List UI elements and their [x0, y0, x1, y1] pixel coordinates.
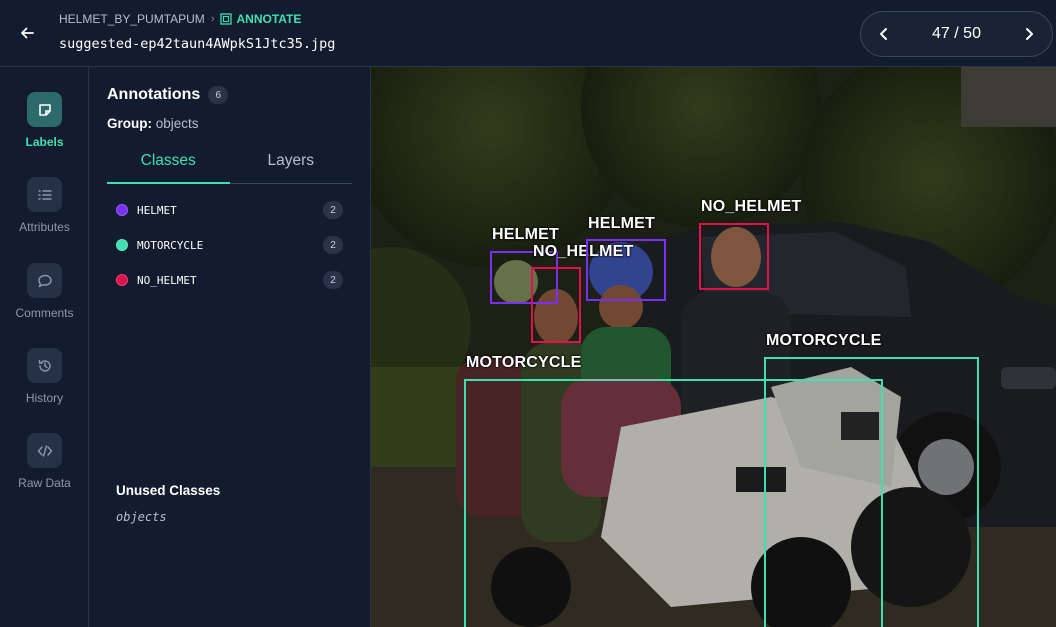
- sidebar-item-attributes[interactable]: Attributes: [0, 177, 89, 234]
- panel-title-text: Annotations: [107, 86, 201, 103]
- arrow-left-icon: [21, 27, 34, 39]
- annotation-label: NO_HELMET: [701, 198, 802, 215]
- annotation-label: HELMET: [588, 215, 655, 232]
- sidebar-item-label: Labels: [25, 135, 64, 149]
- sidebar-item-raw-data[interactable]: Raw Data: [0, 433, 89, 490]
- breadcrumb-mode-label: ANNOTATE: [236, 12, 302, 26]
- next-image-button[interactable]: [1020, 25, 1038, 43]
- class-count-badge: 2: [323, 236, 343, 254]
- history-icon: [38, 359, 51, 372]
- annotation-label: MOTORCYCLE: [466, 354, 582, 371]
- class-row-motorcycle[interactable]: MOTORCYCLE 2: [116, 235, 343, 255]
- annotation-label: HELMET: [492, 226, 559, 243]
- annotate-icon: [220, 13, 233, 25]
- breadcrumb: HELMET_BY_PUMTAPUM › ANNOTATE: [59, 12, 301, 26]
- annotation-label: MOTORCYCLE: [766, 332, 882, 349]
- chevron-right-icon: [1026, 28, 1033, 40]
- class-color-dot: [116, 274, 128, 286]
- panel-title: Annotations 6: [107, 86, 229, 104]
- class-row-helmet[interactable]: HELMET 2: [116, 200, 343, 220]
- chevron-left-icon: [880, 28, 887, 40]
- tag-icon: [38, 103, 51, 116]
- tab-layers[interactable]: Layers: [230, 147, 353, 183]
- group-line: Group: objects: [107, 116, 199, 131]
- group-label: Group:: [107, 116, 152, 131]
- breadcrumb-project[interactable]: HELMET_BY_PUMTAPUM: [59, 12, 205, 26]
- class-color-dot: [116, 239, 128, 251]
- sidebar-item-label: Comments: [15, 306, 74, 320]
- file-name: suggested-ep42taun4AWpkS1Jtc35.jpg: [59, 36, 336, 52]
- sidebar-item-label: History: [25, 391, 64, 405]
- class-count-badge: 2: [323, 201, 343, 219]
- class-count-badge: 2: [323, 271, 343, 289]
- top-bar: HELMET_BY_PUMTAPUM › ANNOTATE suggested-…: [0, 0, 1056, 67]
- previous-image-button[interactable]: [875, 25, 893, 43]
- sidebar-rail: Labels Attributes Comments History Raw D…: [0, 67, 89, 627]
- pager-position: 47 / 50: [932, 25, 981, 42]
- image-pager: 47 / 50: [860, 11, 1053, 57]
- list-icon: [37, 189, 52, 200]
- sidebar-item-labels[interactable]: Labels: [0, 92, 89, 149]
- panel-tabs: Classes Layers: [107, 147, 352, 184]
- back-button[interactable]: [14, 20, 40, 46]
- unused-class-item[interactable]: objects: [116, 510, 167, 524]
- sidebar-item-label: Attributes: [19, 220, 70, 234]
- annotation-box-helmet[interactable]: [586, 239, 666, 301]
- chat-icon: [37, 274, 52, 287]
- tab-classes[interactable]: Classes: [107, 147, 230, 184]
- annotation-box-motorcycle[interactable]: [764, 357, 979, 627]
- sidebar-item-history[interactable]: History: [0, 348, 89, 405]
- annotations-panel: Annotations 6 Group: objects Classes Lay…: [89, 67, 371, 627]
- code-icon: [37, 444, 52, 457]
- class-row-no-helmet[interactable]: NO_HELMET 2: [116, 270, 343, 290]
- class-name: NO_HELMET: [137, 273, 197, 287]
- sidebar-item-comments[interactable]: Comments: [0, 263, 89, 320]
- class-name: HELMET: [137, 203, 177, 217]
- unused-classes-title: Unused Classes: [116, 483, 221, 498]
- class-name: MOTORCYCLE: [137, 238, 204, 252]
- image-canvas[interactable]: HELMET NO_HELMET HELMET NO_HELMET MOTORC…: [371, 67, 1056, 627]
- annotation-count-badge: 6: [208, 86, 229, 104]
- sidebar-item-label: Raw Data: [18, 476, 71, 490]
- group-value: objects: [155, 116, 199, 131]
- chevron-right-icon: ›: [210, 13, 215, 25]
- annotation-box-no-helmet[interactable]: [699, 223, 769, 290]
- breadcrumb-mode: ANNOTATE: [220, 12, 301, 26]
- annotation-box-no-helmet[interactable]: [531, 267, 581, 343]
- class-color-dot: [116, 204, 128, 216]
